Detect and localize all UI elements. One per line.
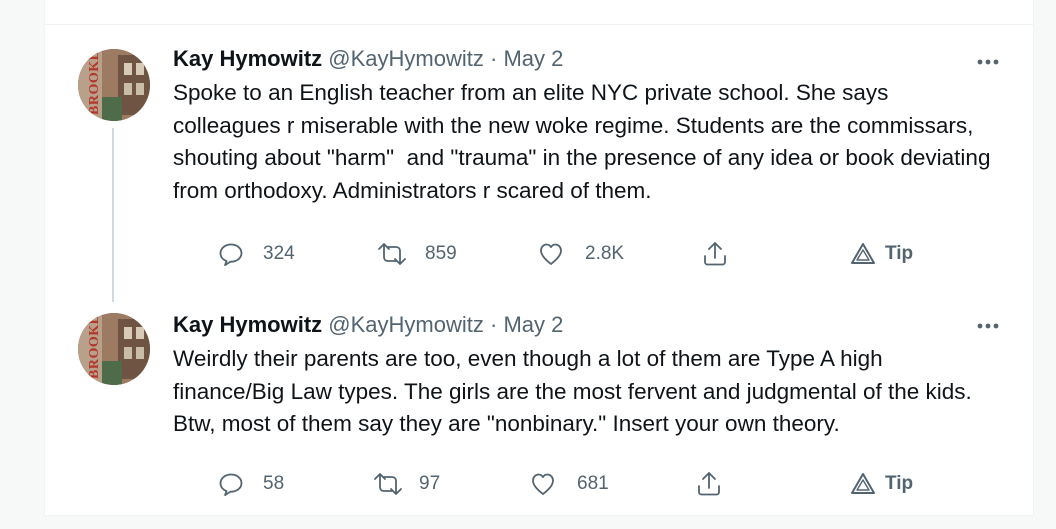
share-button[interactable]: [701, 240, 729, 268]
more-options-button[interactable]: [975, 48, 1003, 72]
heart-icon: [532, 473, 554, 495]
more-icon: [977, 323, 999, 329]
retweet-icon: [378, 243, 406, 265]
like-count: 2.8K: [585, 243, 625, 264]
avatar[interactable]: BROOKLYN: [78, 313, 150, 385]
tweet-actions: 58 97 681 Tip: [173, 470, 933, 498]
tweet-date[interactable]: May 2: [503, 46, 563, 71]
more-icon: [977, 59, 999, 65]
tweet-header: Kay Hymowitz @KayHymowitz · May 2: [173, 310, 993, 340]
author-handle[interactable]: @KayHymowitz: [328, 312, 484, 337]
tip-button[interactable]: Tip: [849, 240, 913, 268]
author-name[interactable]: Kay Hymowitz: [173, 312, 322, 337]
tip-button[interactable]: Tip: [849, 470, 913, 498]
like-button[interactable]: 681: [529, 470, 609, 498]
reply-icon: [219, 473, 243, 496]
tip-icon: [851, 473, 875, 494]
tweet-body: Kay Hymowitz @KayHymowitz · May 2 Weirdl…: [173, 310, 993, 441]
divider: [45, 515, 1033, 516]
tweet-date[interactable]: May 2: [503, 312, 563, 337]
author-name[interactable]: Kay Hymowitz: [173, 46, 322, 71]
retweet-button[interactable]: 97: [371, 470, 440, 498]
timeline: BROOKLYN Kay Hymowitz @KayHymowitz · May…: [44, 0, 1034, 516]
tweet-text: Weirdly their parents are too, even thou…: [173, 346, 979, 436]
reply-icon: [219, 243, 243, 266]
tip-label: Tip: [885, 243, 914, 264]
thread-connector: [112, 128, 114, 302]
retweet-count: 97: [419, 473, 441, 494]
tweet-actions: 324 859 2.8K Tip: [173, 240, 933, 268]
avatar[interactable]: BROOKLYN: [78, 49, 150, 121]
share-button[interactable]: [695, 470, 723, 498]
retweet-count: 859: [425, 243, 457, 264]
tweet-header: Kay Hymowitz @KayHymowitz · May 2: [173, 44, 993, 74]
reply-count: 58: [263, 473, 285, 494]
like-count: 681: [577, 473, 609, 494]
author-handle[interactable]: @KayHymowitz: [328, 46, 484, 71]
reply-button[interactable]: 324: [217, 240, 295, 268]
retweet-button[interactable]: 859: [375, 240, 457, 268]
more-options-button[interactable]: [975, 312, 1003, 336]
divider: [45, 24, 1033, 25]
tweet-body: Kay Hymowitz @KayHymowitz · May 2 Spoke …: [173, 44, 993, 207]
avatar-logo: BROOKLYN: [87, 313, 102, 379]
tip-icon: [851, 243, 875, 264]
reply-count: 324: [263, 243, 295, 264]
separator: ·: [490, 46, 498, 71]
tip-label: Tip: [885, 473, 914, 494]
heart-icon: [540, 243, 562, 265]
separator: ·: [490, 312, 498, 337]
like-button[interactable]: 2.8K: [537, 240, 624, 268]
retweet-icon: [374, 473, 402, 495]
share-icon: [698, 472, 720, 496]
reply-button[interactable]: 58: [217, 470, 284, 498]
avatar-logo: BROOKLYN: [87, 49, 102, 115]
tweet-text: Spoke to an English teacher from an elit…: [173, 80, 997, 203]
share-icon: [704, 242, 726, 266]
